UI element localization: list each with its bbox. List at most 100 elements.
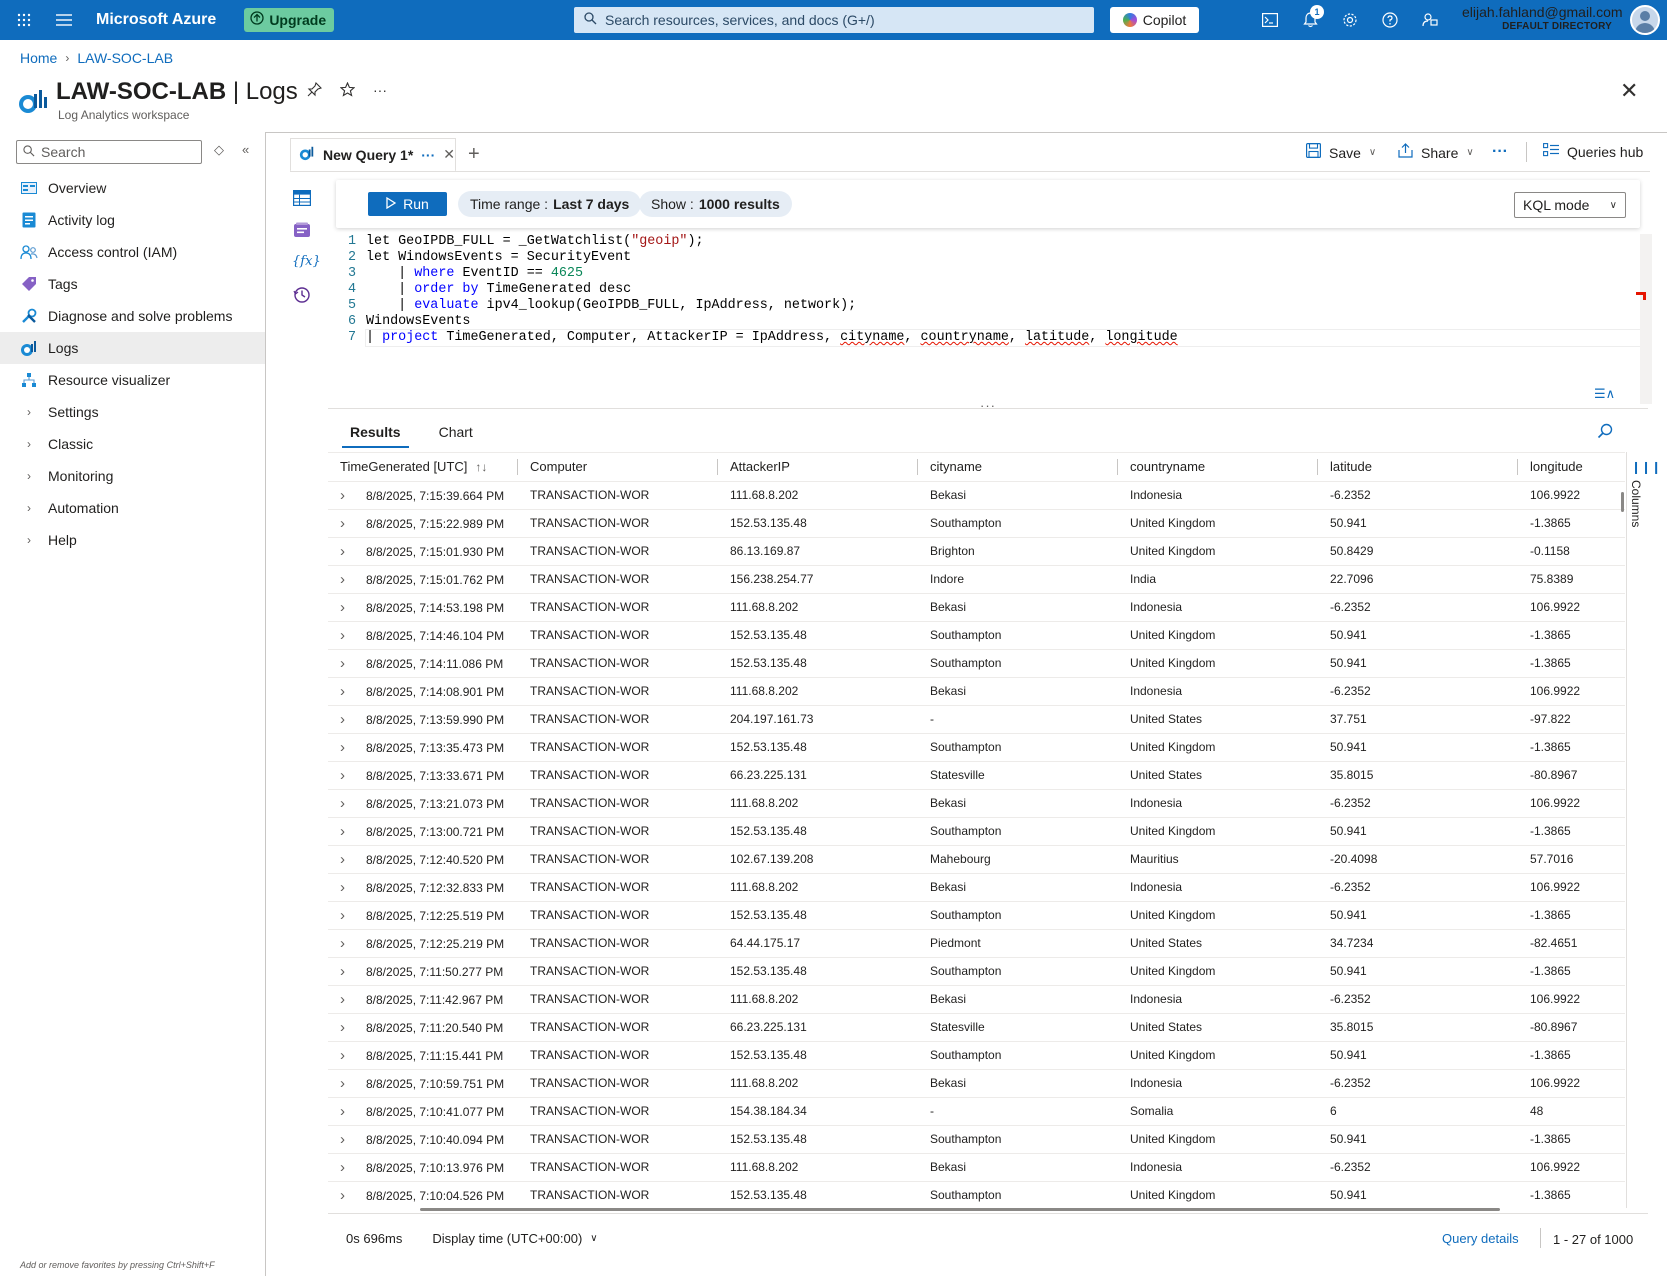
expand-row-icon[interactable]: › bbox=[340, 571, 354, 588]
expand-row-icon[interactable]: › bbox=[340, 1075, 354, 1092]
column-header-cityname[interactable]: cityname bbox=[918, 453, 1118, 482]
search-results-icon[interactable] bbox=[1597, 423, 1613, 444]
breadcrumb-resource[interactable]: LAW-SOC-LAB bbox=[77, 50, 173, 66]
close-tab-icon[interactable]: ✕ bbox=[443, 146, 455, 163]
expand-row-icon[interactable]: › bbox=[340, 907, 354, 924]
save-button[interactable]: Save ∨ bbox=[1306, 143, 1376, 162]
query-editor[interactable]: 1 let GeoIPDB_FULL = _GetWatchlist("geoip… bbox=[336, 234, 1646, 354]
table-row[interactable]: › 8/8/2025, 7:11:20.540 PM TRANSACTION-WOR… bbox=[328, 1013, 1625, 1042]
sidebar-item-logs[interactable]: Logs bbox=[0, 332, 265, 364]
close-icon[interactable]: ✕ bbox=[1620, 78, 1638, 104]
table-row[interactable]: › 8/8/2025, 7:13:59.990 PM TRANSACTION-WOR… bbox=[328, 705, 1625, 734]
table-row[interactable]: › 8/8/2025, 7:11:15.441 PM TRANSACTION-WOR… bbox=[328, 1041, 1625, 1070]
expand-row-icon[interactable]: › bbox=[340, 543, 354, 560]
table-row[interactable]: › 8/8/2025, 7:14:46.104 PM TRANSACTION-WOR… bbox=[328, 621, 1625, 650]
functions-icon[interactable]: {fx} bbox=[292, 254, 321, 272]
splitter-handle-icon[interactable]: ··· bbox=[980, 398, 996, 413]
notifications-bell-icon[interactable]: 1 bbox=[1290, 0, 1330, 40]
table-row[interactable]: › 8/8/2025, 7:12:25.219 PM TRANSACTION-WOR… bbox=[328, 929, 1625, 958]
more-options-icon[interactable]: ··· bbox=[373, 82, 387, 102]
sidebar-item-tags[interactable]: Tags bbox=[0, 268, 265, 300]
pin-icon[interactable] bbox=[307, 81, 323, 102]
more-actions-icon[interactable]: ··· bbox=[1492, 143, 1508, 161]
table-row[interactable]: › 8/8/2025, 7:15:01.762 PM TRANSACTION-WOR… bbox=[328, 565, 1625, 594]
table-row[interactable]: › 8/8/2025, 7:14:53.198 PM TRANSACTION-WOR… bbox=[328, 593, 1625, 622]
expand-row-icon[interactable]: › bbox=[340, 1187, 354, 1204]
column-header-longitude[interactable]: longitude bbox=[1518, 453, 1625, 482]
expand-row-icon[interactable]: › bbox=[340, 739, 354, 756]
column-header-attackerip[interactable]: AttackerIP bbox=[718, 453, 918, 482]
kql-mode-dropdown[interactable]: KQL mode ∨ bbox=[1514, 192, 1626, 218]
account-info[interactable]: elijah.fahland@gmail.com DEFAULT DIRECTO… bbox=[1462, 4, 1623, 32]
columns-panel-toggle[interactable]: ❙❙❙ Columns bbox=[1621, 452, 1661, 1208]
table-row[interactable]: › 8/8/2025, 7:12:32.833 PM TRANSACTION-WOR… bbox=[328, 873, 1625, 902]
expand-row-icon[interactable]: › bbox=[340, 879, 354, 896]
expand-row-icon[interactable]: › bbox=[340, 515, 354, 532]
expand-row-icon[interactable]: › bbox=[340, 711, 354, 728]
cloud-shell-icon[interactable] bbox=[1250, 0, 1290, 40]
table-row[interactable]: › 8/8/2025, 7:12:40.520 PM TRANSACTION-WOR… bbox=[328, 845, 1625, 874]
expand-row-icon[interactable]: › bbox=[340, 1159, 354, 1176]
help-icon[interactable] bbox=[1370, 0, 1410, 40]
app-launcher-icon[interactable] bbox=[4, 0, 44, 40]
table-row[interactable]: › 8/8/2025, 7:14:08.901 PM TRANSACTION-WOR… bbox=[328, 677, 1625, 706]
sidebar-search-input[interactable]: Search bbox=[16, 140, 202, 164]
hamburger-menu-icon[interactable] bbox=[44, 0, 84, 40]
expand-row-icon[interactable]: › bbox=[340, 823, 354, 840]
table-row[interactable]: › 8/8/2025, 7:15:01.930 PM TRANSACTION-WOR… bbox=[328, 537, 1625, 566]
tab-chart[interactable]: Chart bbox=[431, 424, 481, 448]
sidebar-item-help[interactable]: › Help bbox=[0, 524, 265, 556]
format-query-icon[interactable]: ☰∧ bbox=[1594, 386, 1615, 402]
column-header-timegenerated[interactable]: TimeGenerated [UTC] ↑↓ bbox=[328, 453, 518, 482]
editor-scrollbar[interactable] bbox=[1640, 234, 1652, 404]
table-row[interactable]: › 8/8/2025, 7:11:50.277 PM TRANSACTION-WOR… bbox=[328, 957, 1625, 986]
sidebar-item-activity-log[interactable]: Activity log bbox=[0, 204, 265, 236]
upgrade-button[interactable]: Upgrade bbox=[244, 8, 335, 32]
sidebar-item-overview[interactable]: Overview bbox=[0, 172, 265, 204]
expand-row-icon[interactable]: › bbox=[340, 1019, 354, 1036]
collapse-sidebar-icon[interactable]: « bbox=[242, 142, 249, 157]
sidebar-item-classic[interactable]: › Classic bbox=[0, 428, 265, 460]
global-search-input[interactable]: Search resources, services, and docs (G+… bbox=[574, 7, 1094, 33]
table-row[interactable]: › 8/8/2025, 7:11:42.967 PM TRANSACTION-WOR… bbox=[328, 985, 1625, 1014]
run-button[interactable]: Run bbox=[368, 192, 447, 216]
expand-row-icon[interactable]: › bbox=[340, 991, 354, 1008]
table-row[interactable]: › 8/8/2025, 7:10:59.751 PM TRANSACTION-WOR… bbox=[328, 1069, 1625, 1098]
table-row[interactable]: › 8/8/2025, 7:10:40.094 PM TRANSACTION-WOR… bbox=[328, 1125, 1625, 1154]
vertical-scrollbar[interactable] bbox=[1621, 492, 1624, 512]
table-row[interactable]: › 8/8/2025, 7:13:35.473 PM TRANSACTION-WOR… bbox=[328, 733, 1625, 762]
display-time-dropdown[interactable]: Display time (UTC+00:00) ∨ bbox=[432, 1231, 597, 1246]
query-details-link[interactable]: Query details bbox=[1442, 1231, 1519, 1246]
sidebar-item-diagnose[interactable]: Diagnose and solve problems bbox=[0, 300, 265, 332]
expand-row-icon[interactable]: › bbox=[340, 655, 354, 672]
queries-hub-button[interactable]: Queries hub bbox=[1543, 143, 1643, 161]
table-row[interactable]: › 8/8/2025, 7:12:25.519 PM TRANSACTION-WOR… bbox=[328, 901, 1625, 930]
expand-row-icon[interactable]: › bbox=[340, 627, 354, 644]
tab-new-query[interactable]: New Query 1* ··· ✕ bbox=[290, 138, 456, 172]
expand-row-icon[interactable]: › bbox=[340, 683, 354, 700]
table-row[interactable]: › 8/8/2025, 7:15:22.989 PM TRANSACTION-WOR… bbox=[328, 509, 1625, 538]
avatar[interactable] bbox=[1630, 5, 1660, 35]
settings-gear-icon[interactable] bbox=[1330, 0, 1370, 40]
table-row[interactable]: › 8/8/2025, 7:10:41.077 PM TRANSACTION-WOR… bbox=[328, 1097, 1625, 1126]
expand-row-icon[interactable]: › bbox=[340, 795, 354, 812]
time-range-picker[interactable]: Time range : Last 7 days bbox=[458, 191, 642, 217]
tab-more-icon[interactable]: ··· bbox=[421, 147, 435, 163]
expand-row-icon[interactable]: › bbox=[340, 487, 354, 504]
expand-collapse-icon[interactable]: ◇ bbox=[214, 142, 224, 158]
column-header-countryname[interactable]: countryname bbox=[1118, 453, 1318, 482]
sidebar-item-resource-visualizer[interactable]: Resource visualizer bbox=[0, 364, 265, 396]
queries-icon[interactable] bbox=[292, 222, 312, 240]
sidebar-item-access-control[interactable]: Access control (IAM) bbox=[0, 236, 265, 268]
query-history-icon[interactable] bbox=[292, 286, 312, 304]
column-header-latitude[interactable]: latitude bbox=[1318, 453, 1518, 482]
table-row[interactable]: › 8/8/2025, 7:13:33.671 PM TRANSACTION-WOR… bbox=[328, 761, 1625, 790]
expand-row-icon[interactable]: › bbox=[340, 963, 354, 980]
sidebar-item-monitoring[interactable]: › Monitoring bbox=[0, 460, 265, 492]
table-row[interactable]: › 8/8/2025, 7:10:13.976 PM TRANSACTION-WOR… bbox=[328, 1153, 1625, 1182]
table-row[interactable]: › 8/8/2025, 7:10:04.526 PM TRANSACTION-WOR… bbox=[328, 1181, 1625, 1208]
tables-icon[interactable] bbox=[292, 190, 312, 208]
expand-row-icon[interactable]: › bbox=[340, 851, 354, 868]
table-row[interactable]: › 8/8/2025, 7:14:11.086 PM TRANSACTION-WOR… bbox=[328, 649, 1625, 678]
favorite-star-icon[interactable] bbox=[339, 81, 356, 102]
